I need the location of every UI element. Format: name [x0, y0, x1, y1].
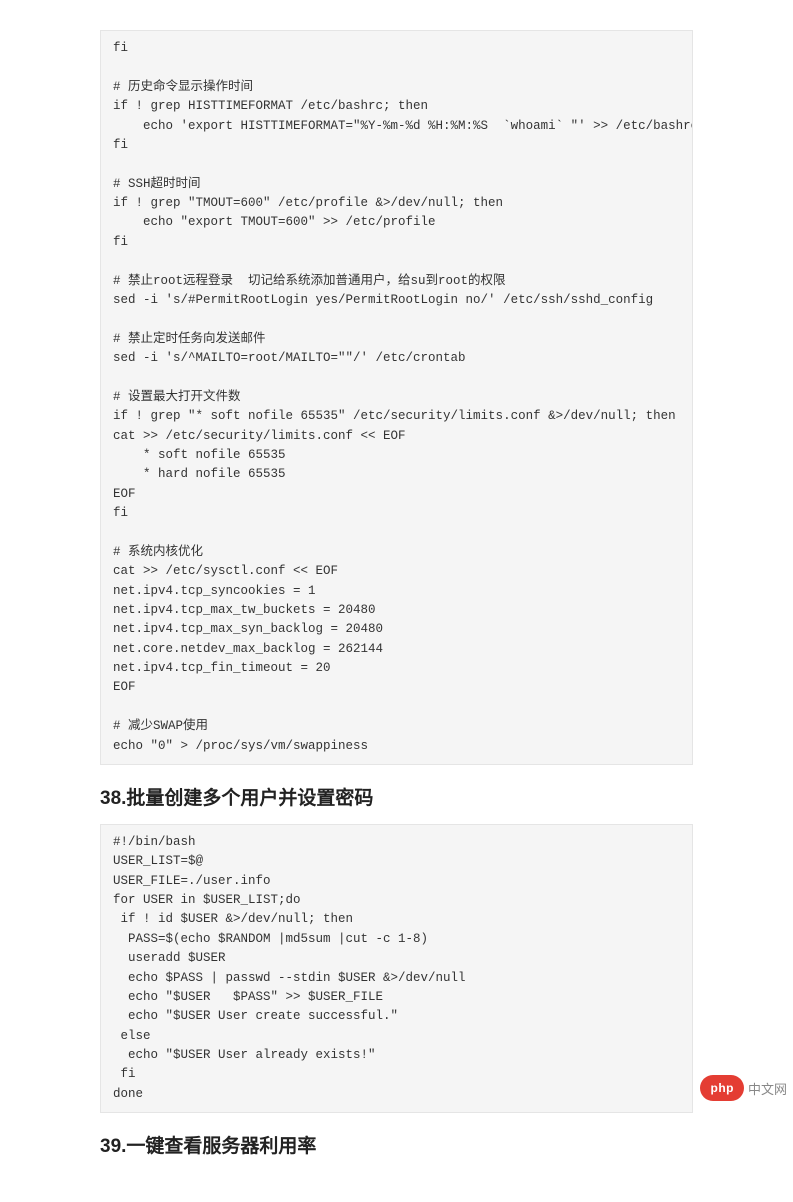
watermark-badge-text: php: [710, 1081, 734, 1095]
code-block-2: #!/bin/bash USER_LIST=$@ USER_FILE=./use…: [100, 824, 693, 1113]
watermark: php 中文网: [700, 1075, 787, 1101]
watermark-cn-text: 中文网: [748, 1079, 787, 1098]
page-content: fi # 历史命令显示操作时间 if ! grep HISTTIMEFORMAT…: [0, 0, 793, 1202]
watermark-badge: php: [700, 1075, 744, 1101]
code-block-1: fi # 历史命令显示操作时间 if ! grep HISTTIMEFORMAT…: [100, 30, 693, 765]
heading-38: 38.批量创建多个用户并设置密码: [100, 783, 693, 810]
heading-39: 39.一键查看服务器利用率: [100, 1131, 693, 1158]
